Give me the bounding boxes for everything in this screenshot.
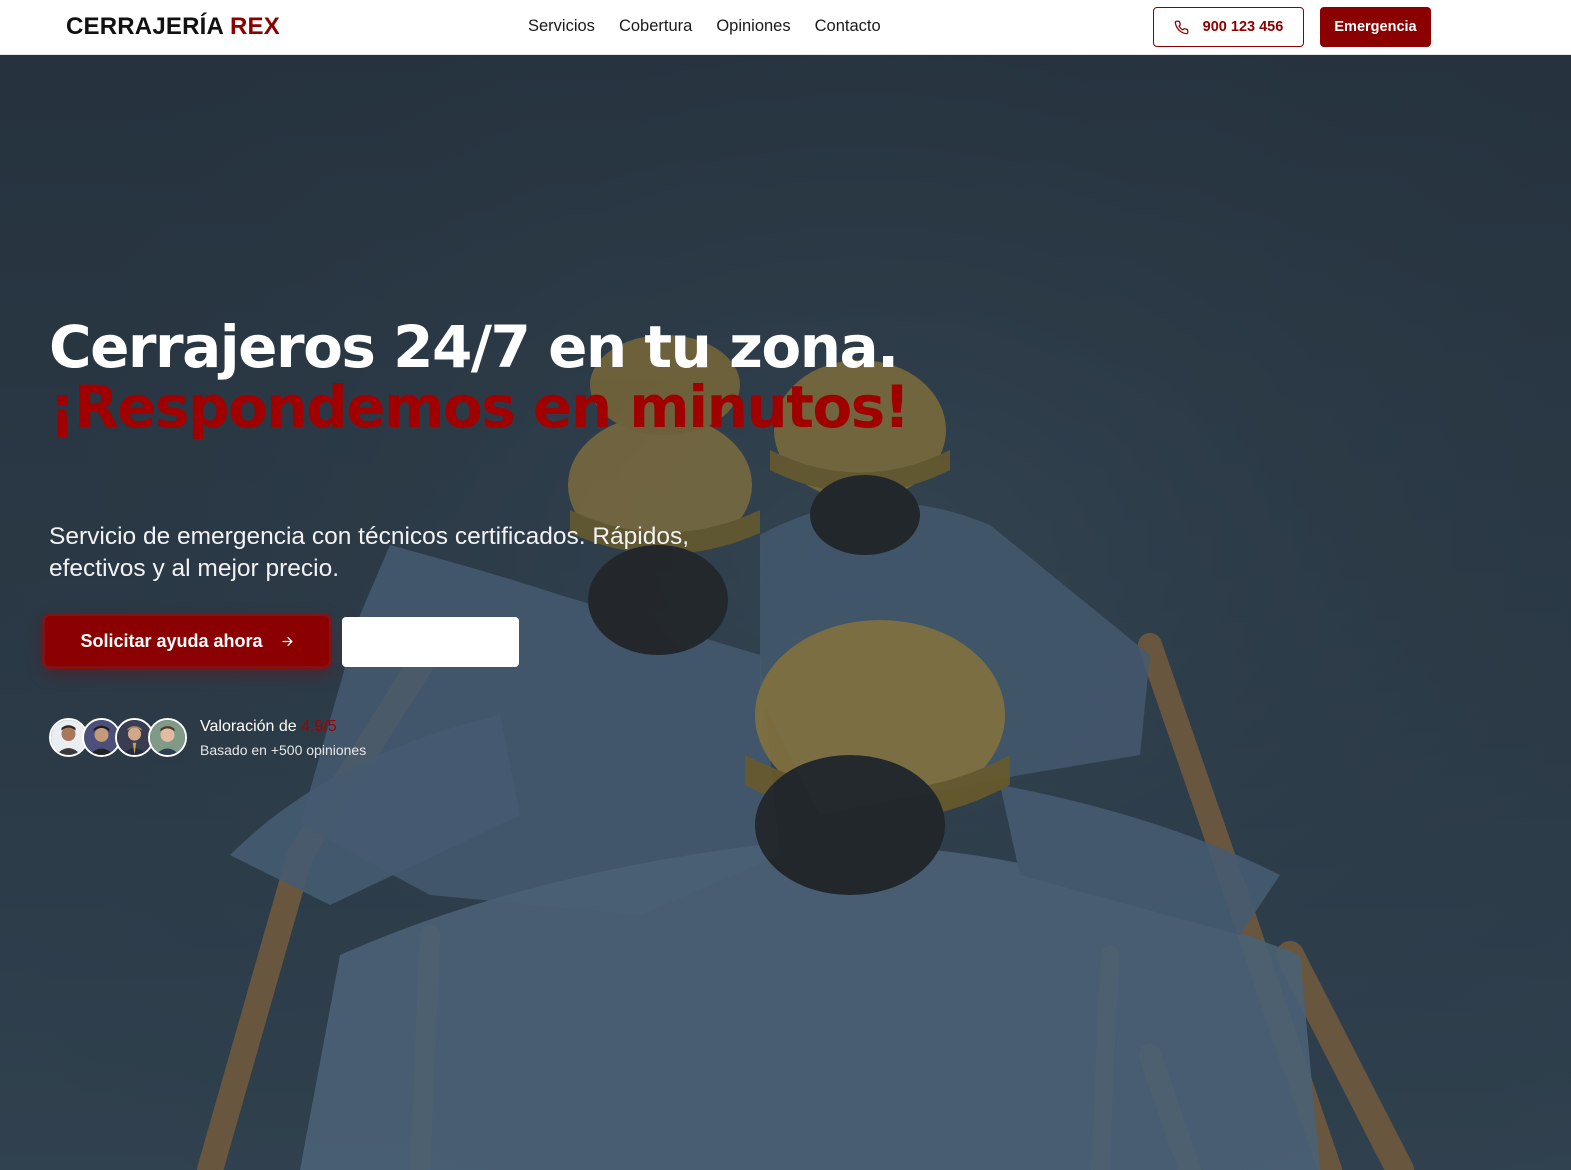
hero-section: Cerrajeros 24/7 en tu zona. ¡Respondemos… [0, 55, 1571, 1170]
request-help-label: Solicitar ayuda ahora [80, 630, 263, 651]
logo-text: CERRAJERÍA [66, 13, 224, 40]
request-help-button[interactable]: Solicitar ayuda ahora [45, 616, 329, 666]
emergency-button[interactable]: Emergencia [1320, 7, 1431, 47]
nav-link-opiniones[interactable]: Opiniones [716, 17, 790, 36]
avatar [148, 718, 187, 757]
rating-basis: Basado en +500 opiniones [200, 742, 367, 758]
rating-text: Valoración de 4.9/5 Basado en +500 opini… [200, 718, 460, 758]
brand-logo[interactable]: CERRAJERÍA REX [66, 13, 280, 41]
hero-title: Cerrajeros 24/7 en tu zona. ¡Respondemos… [49, 317, 949, 437]
hero-title-white: Cerrajeros 24/7 en tu zona. [49, 313, 899, 381]
rating-score: 4.9/5 [301, 718, 337, 735]
phone-number: 900 123 456 [1202, 19, 1284, 35]
nav-link-cobertura[interactable]: Cobertura [619, 17, 692, 36]
rating-prefix: Valoración de [200, 718, 297, 735]
arrow-right-icon [282, 636, 293, 646]
rating-headline: Valoración de 4.9/5 [200, 718, 460, 736]
site-header: CERRAJERÍA REX Servicios Cobertura Opini… [0, 0, 1571, 55]
nav-link-contacto[interactable]: Contacto [815, 17, 881, 36]
logo-accent: REX [230, 13, 280, 40]
hero-overlay [0, 55, 1571, 1170]
nav-link-servicios[interactable]: Servicios [528, 17, 595, 36]
main-nav: Servicios Cobertura Opiniones Contacto [528, 17, 881, 36]
secondary-cta-button[interactable] [342, 617, 519, 667]
avatar-group [49, 718, 189, 760]
phone-icon [1174, 20, 1189, 34]
hero-title-red: ¡Respondemos en minutos! [49, 373, 910, 441]
phone-button[interactable]: 900 123 456 [1153, 7, 1304, 47]
hero-subtitle: Servicio de emergencia con técnicos cert… [49, 523, 690, 582]
